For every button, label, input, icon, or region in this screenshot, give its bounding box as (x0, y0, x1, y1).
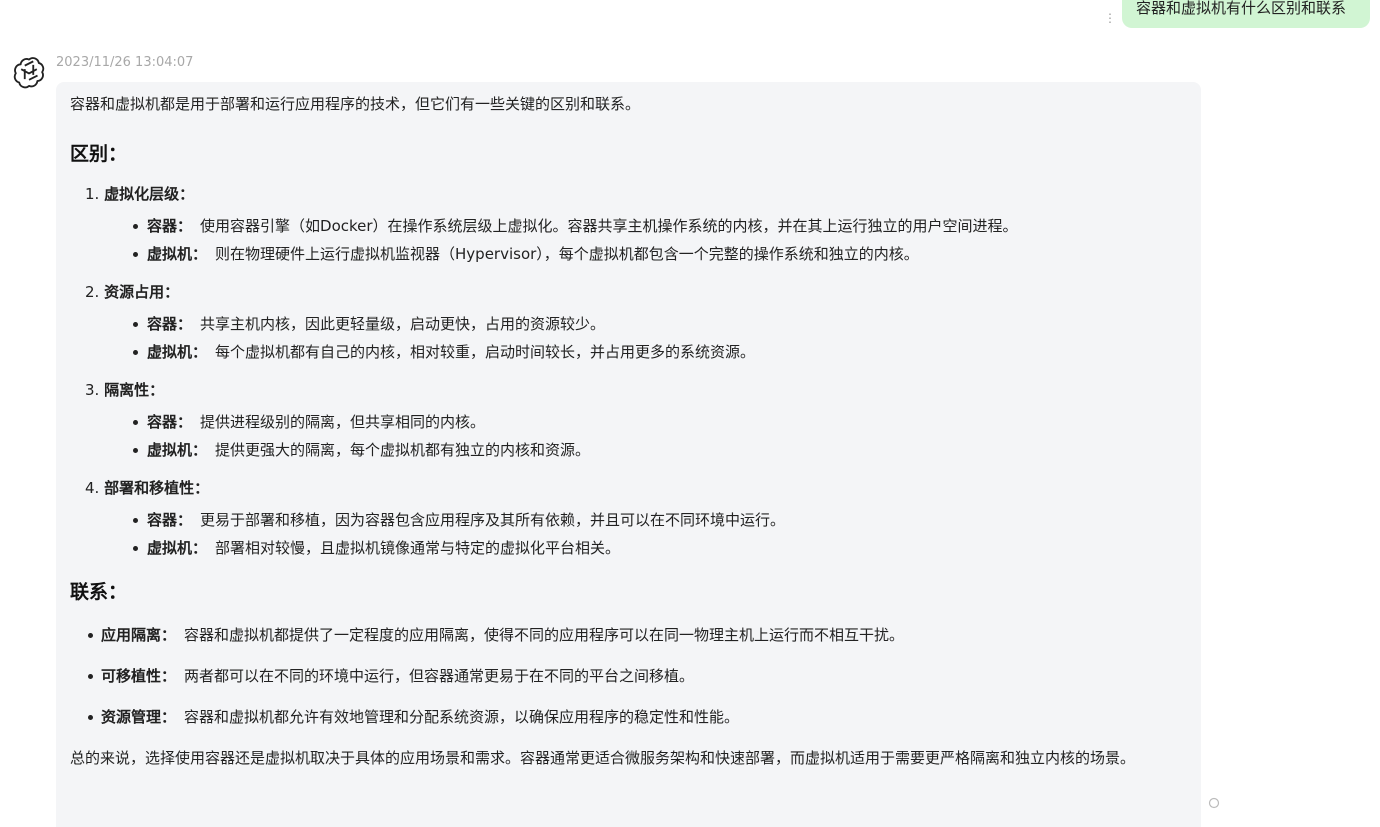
relation-label: 应用隔离： (101, 626, 177, 644)
relation-item: 可移植性： 两者都可以在不同的环境中运行，但容器通常更易于在不同的平台之间移植。 (70, 666, 1187, 686)
item-text: 提供更强大的隔离，每个虚拟机都有独立的内核和资源。 (215, 441, 591, 459)
item-label: 虚拟机： (147, 245, 208, 263)
relation-label: 资源管理： (101, 708, 177, 726)
item-label: 容器： (147, 315, 193, 333)
item-label: 虚拟机： (147, 343, 208, 361)
assistant-message-card: 容器和虚拟机都是用于部署和运行应用程序的技术，但它们有一些关键的区别和联系。 区… (56, 82, 1201, 827)
list-item: 容器： 更易于部署和移植，因为容器包含应用程序及其所有依赖，并且可以在不同环境中运… (117, 510, 1187, 530)
item-label: 虚拟机： (147, 539, 208, 557)
point-number: 1. (85, 185, 100, 203)
list-item: 虚拟机： 每个虚拟机都有自己的内核，相对较重，启动时间较长，并占用更多的系统资源。 (117, 342, 1187, 362)
item-text: 则在物理硬件上运行虚拟机监视器（Hypervisor），每个虚拟机都包含一个完整… (215, 245, 919, 263)
item-text: 使用容器引擎（如Docker）在操作系统层级上虚拟化。容器共享主机操作系统的内核… (200, 217, 1018, 235)
difference-point: 1. 虚拟化层级： 容器： 使用容器引擎（如Docker）在操作系统层级上虚拟化。… (85, 184, 1187, 264)
item-text: 共享主机内核，因此更轻量级，启动更快，占用的资源较少。 (200, 315, 606, 333)
relation-item: 应用隔离： 容器和虚拟机都提供了一定程度的应用隔离，使得不同的应用程序可以在同一物… (70, 625, 1187, 645)
relation-label: 可移植性： (101, 667, 177, 685)
point-title: 部署和移植性 (104, 479, 195, 497)
list-item: 虚拟机： 提供更强大的隔离，每个虚拟机都有独立的内核和资源。 (117, 440, 1187, 460)
list-item: 容器： 使用容器引擎（如Docker）在操作系统层级上虚拟化。容器共享主机操作系统… (117, 216, 1187, 236)
item-text: 提供进程级别的隔离，但共享相同的内核。 (200, 413, 486, 431)
point-title: 虚拟化层级 (104, 185, 180, 203)
list-item: 容器： 提供进程级别的隔离，但共享相同的内核。 (117, 412, 1187, 432)
loading-circle-icon[interactable] (1208, 797, 1220, 809)
point-number: 3. (85, 381, 100, 399)
difference-point: 4. 部署和移植性： 容器： 更易于部署和移植，因为容器包含应用程序及其所有依赖，… (85, 478, 1187, 558)
relation-text: 容器和虚拟机都提供了一定程度的应用隔离，使得不同的应用程序可以在同一物理主机上运… (184, 626, 905, 644)
relations-list: 应用隔离： 容器和虚拟机都提供了一定程度的应用隔离，使得不同的应用程序可以在同一物… (70, 625, 1187, 727)
item-text: 每个虚拟机都有自己的内核，相对较重，启动时间较长，并占用更多的系统资源。 (215, 343, 756, 361)
point-title: 资源占用 (104, 283, 165, 301)
point-colon: ： (149, 381, 165, 399)
item-label: 容器： (147, 511, 193, 529)
summary-paragraph: 总的来说，选择使用容器还是虚拟机取决于具体的应用场景和需求。容器通常更适合微服务… (70, 749, 1136, 767)
list-item: 容器： 共享主机内核，因此更轻量级，启动更快，占用的资源较少。 (117, 314, 1187, 334)
relation-item: 资源管理： 容器和虚拟机都允许有效地管理和分配系统资源，以确保应用程序的稳定性和性… (70, 707, 1187, 727)
openai-logo-icon (13, 57, 45, 89)
point-number: 2. (85, 283, 100, 301)
difference-point: 2. 资源占用： 容器： 共享主机内核，因此更轻量级，启动更快，占用的资源较少。 … (85, 282, 1187, 362)
user-message-text: 容器和虚拟机有什么区别和联系 (1136, 0, 1347, 17)
item-label: 容器： (147, 413, 193, 431)
intro-paragraph: 容器和虚拟机都是用于部署和运行应用程序的技术，但它们有一些关键的区别和联系。 (70, 95, 641, 113)
item-text: 更易于部署和移植，因为容器包含应用程序及其所有依赖，并且可以在不同环境中运行。 (200, 511, 786, 529)
differences-list: 1. 虚拟化层级： 容器： 使用容器引擎（如Docker）在操作系统层级上虚拟化。… (85, 184, 1187, 558)
relations-heading: 联系： (70, 581, 128, 603)
point-title: 隔离性 (104, 381, 150, 399)
point-number: 4. (85, 479, 100, 497)
message-timestamp: 2023/11/26 13:04:07 (56, 55, 194, 70)
point-colon: ： (194, 479, 210, 497)
difference-point: 3. 隔离性： 容器： 提供进程级别的隔离，但共享相同的内核。 虚拟机： 提供更强大… (85, 380, 1187, 460)
point-colon: ： (179, 185, 195, 203)
message-more-icon[interactable]: ⋮ (1104, 12, 1116, 24)
list-item: 虚拟机： 部署相对较慢，且虚拟机镜像通常与特定的虚拟化平台相关。 (117, 538, 1187, 558)
relation-text: 容器和虚拟机都允许有效地管理和分配系统资源，以确保应用程序的稳定性和性能。 (184, 708, 740, 726)
item-label: 容器： (147, 217, 193, 235)
user-message-bubble: 容器和虚拟机有什么区别和联系 (1122, 0, 1370, 28)
list-item: 虚拟机： 则在物理硬件上运行虚拟机监视器（Hypervisor），每个虚拟机都包含… (117, 244, 1187, 264)
item-label: 虚拟机： (147, 441, 208, 459)
differences-heading: 区别： (70, 143, 128, 165)
item-text: 部署相对较慢，且虚拟机镜像通常与特定的虚拟化平台相关。 (215, 539, 621, 557)
relation-text: 两者都可以在不同的环境中运行，但容器通常更易于在不同的平台之间移植。 (184, 667, 695, 685)
point-colon: ： (164, 283, 180, 301)
